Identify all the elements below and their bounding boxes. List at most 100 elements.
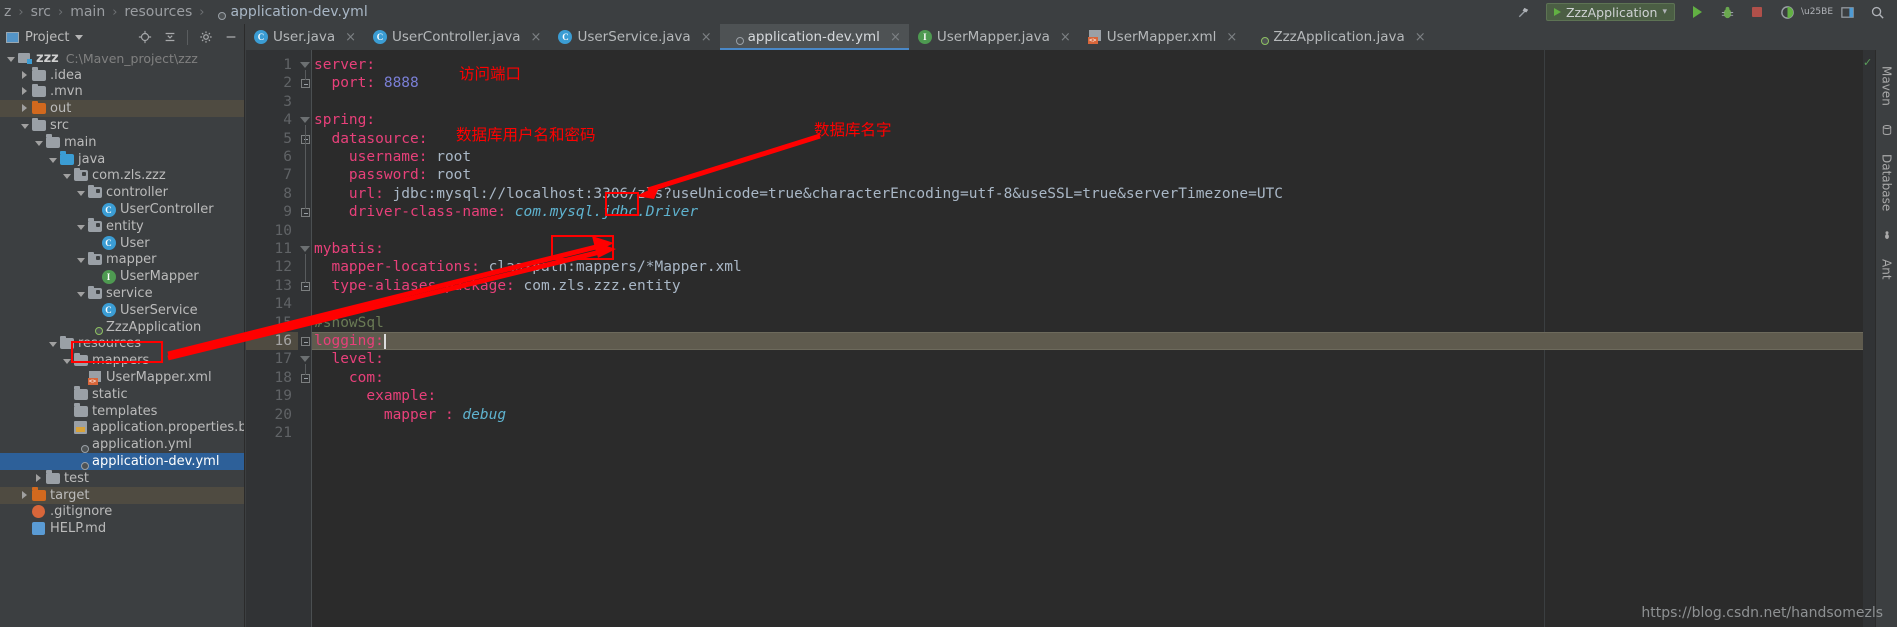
breadcrumb-item-main[interactable]: main	[70, 4, 105, 20]
chevron-down-icon[interactable]	[74, 252, 87, 267]
chevron-down-icon[interactable]	[74, 219, 87, 234]
editor-tab-application-dev-yml[interactable]: application-dev.yml ×	[719, 24, 910, 50]
code-line[interactable]: spring:	[314, 111, 375, 129]
close-icon[interactable]: ×	[1060, 30, 1071, 45]
chevron-right-icon[interactable]	[18, 488, 31, 503]
close-icon[interactable]: ×	[1415, 30, 1426, 45]
code-folding-gutter[interactable]	[298, 50, 312, 627]
tree-item-userservice[interactable]: C UserService	[0, 302, 244, 319]
tree-item-out[interactable]: out	[0, 100, 244, 118]
editor-tab-zzzapplication-java[interactable]: ZzzApplication.java ×	[1245, 24, 1433, 50]
tree-item-resources[interactable]: resources	[0, 335, 244, 353]
chevron-down-icon[interactable]	[60, 168, 73, 183]
tree-item-src[interactable]: src	[0, 117, 244, 134]
rail-item-ant[interactable]: Ant	[1878, 253, 1896, 286]
chevron-down-icon[interactable]	[18, 118, 31, 133]
editor-tab-userservice-java[interactable]: C UserService.java ×	[549, 24, 719, 50]
tree-item-usermapper[interactable]: I UserMapper	[0, 268, 244, 285]
chevron-down-icon[interactable]	[32, 135, 45, 150]
tree-item-main[interactable]: main	[0, 134, 244, 151]
fold-marker[interactable]	[301, 208, 310, 218]
collapse-all-icon[interactable]	[162, 30, 177, 45]
tree-item-static[interactable]: static	[0, 386, 244, 403]
code-line[interactable]: port: 8888	[314, 74, 418, 92]
tree-item-usercontroller[interactable]: C UserController	[0, 201, 244, 218]
tree-item-test[interactable]: test	[0, 470, 244, 487]
tree-item-zzzapplication[interactable]: ZzzApplication	[0, 319, 244, 336]
tree-item-user[interactable]: C User	[0, 235, 244, 252]
fold-marker[interactable]	[301, 79, 310, 89]
breadcrumb-item-src[interactable]: src	[31, 4, 51, 20]
hammer-icon[interactable]	[1516, 4, 1532, 20]
chevron-right-icon[interactable]	[18, 101, 31, 116]
chevron-down-icon[interactable]	[46, 152, 59, 167]
tree-item-templates[interactable]: templates	[0, 403, 244, 420]
breadcrumb-item-application-dev-yml[interactable]: application-dev.yml	[211, 4, 368, 20]
breadcrumb-item-z[interactable]: z	[4, 4, 11, 20]
tree-item-entity[interactable]: entity	[0, 218, 244, 235]
tree-item-application-properties-bak[interactable]: application.properties.bak	[0, 420, 244, 437]
fold-marker[interactable]	[301, 281, 310, 291]
code-line[interactable]: mapper-locations: classpath:mappers/*Map…	[314, 258, 741, 276]
coverage-icon[interactable]	[1779, 4, 1795, 20]
fold-marker[interactable]	[300, 246, 310, 252]
editor-tab-user-java[interactable]: C User.java ×	[245, 24, 364, 50]
code-line[interactable]: server:	[314, 56, 375, 74]
code-content[interactable]: server: port: 8888 spring: datasource: us…	[312, 50, 1897, 627]
code-line[interactable]: example:	[314, 387, 436, 405]
close-icon[interactable]: ×	[890, 30, 901, 45]
tree-item-service[interactable]: service	[0, 285, 244, 302]
rail-item-database[interactable]: Database	[1878, 148, 1896, 217]
fold-marker[interactable]	[300, 356, 310, 363]
close-icon[interactable]: ×	[345, 30, 356, 45]
code-line[interactable]: mapper : debug	[314, 406, 506, 424]
project-title-button[interactable]: Project	[6, 30, 84, 45]
tree-item-mapper[interactable]: mapper	[0, 251, 244, 269]
tree-item--gitignore[interactable]: .gitignore	[0, 504, 244, 521]
code-line[interactable]: driver-class-name: com.mysql.jdbc.Driver	[314, 203, 698, 221]
tree-item-mappers[interactable]: mappers	[0, 352, 244, 369]
code-line[interactable]: #showSql	[314, 314, 384, 332]
code-line[interactable]: username: root	[314, 148, 471, 166]
tree-item--mvn[interactable]: .mvn	[0, 83, 244, 101]
chevron-down-icon[interactable]	[60, 353, 73, 368]
tree-item-help-md[interactable]: HELP.md	[0, 520, 244, 537]
hide-panel-icon[interactable]	[223, 30, 238, 45]
editor-tab-usermapper-java[interactable]: I UserMapper.java ×	[909, 24, 1079, 50]
stop-icon[interactable]	[1749, 4, 1765, 20]
fold-marker[interactable]	[301, 373, 310, 383]
chevron-down-icon[interactable]	[4, 51, 17, 66]
fold-marker[interactable]	[300, 117, 310, 124]
fold-marker[interactable]	[301, 337, 310, 346]
chevron-down-icon[interactable]	[74, 185, 87, 200]
code-line[interactable]: mybatis:	[314, 240, 384, 258]
code-line[interactable]: logging:	[314, 332, 386, 350]
locate-icon[interactable]	[137, 30, 152, 45]
project-tree[interactable]: zzz C:\Maven_project\zzz .idea .mvn out src ma…	[0, 50, 245, 627]
search-icon[interactable]	[1869, 4, 1885, 20]
close-icon[interactable]: ×	[701, 30, 712, 45]
chevron-right-icon[interactable]	[32, 471, 45, 486]
run-configuration-selector[interactable]: ZzzApplication ▾	[1545, 3, 1675, 21]
code-line[interactable]: url: jdbc:mysql://localhost:3306/zls?use…	[314, 185, 1283, 203]
close-icon[interactable]: ×	[531, 30, 542, 45]
rail-item-maven[interactable]: Maven	[1878, 60, 1896, 112]
code-line[interactable]: password: root	[314, 166, 471, 184]
chevron-down-icon[interactable]	[46, 336, 59, 351]
run-icon[interactable]	[1689, 4, 1705, 20]
tree-item--idea[interactable]: .idea	[0, 67, 244, 84]
code-line[interactable]: type-aliases-package: com.zls.zzz.entity	[314, 277, 680, 295]
tree-item-com-zls-zzz[interactable]: com.zls.zzz	[0, 167, 244, 185]
editor-tab-usermapper-xml[interactable]: <> UserMapper.xml ×	[1079, 24, 1246, 50]
code-editor[interactable]: 1 2 3 4 5 6 7 8 9 10 11 12 13 14 15 16 17 18 19 20 21 server…	[246, 50, 1897, 627]
editor-tab-usercontroller-java[interactable]: C UserController.java ×	[364, 24, 549, 50]
chevron-right-icon[interactable]	[18, 68, 31, 83]
tree-item-zzz[interactable]: zzz C:\Maven_project\zzz	[0, 50, 244, 67]
code-line[interactable]: com:	[314, 369, 384, 387]
layout-icon[interactable]	[1839, 4, 1855, 20]
tree-item-application-yml[interactable]: application.yml	[0, 436, 244, 453]
breadcrumb-item-resources[interactable]: resources	[124, 4, 192, 20]
chevron-down-icon[interactable]	[74, 286, 87, 301]
debug-icon[interactable]	[1719, 4, 1735, 20]
tree-item-application-dev-yml[interactable]: application-dev.yml	[0, 453, 244, 470]
